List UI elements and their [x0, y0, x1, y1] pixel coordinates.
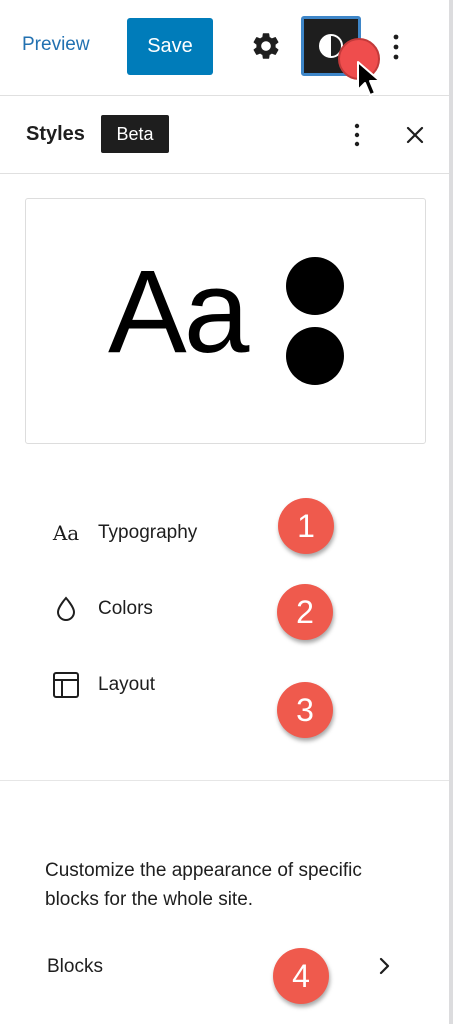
mouse-pointer-icon — [357, 61, 381, 96]
menu-item-label: Typography — [98, 522, 198, 543]
layout-icon — [48, 670, 84, 700]
menu-item-layout[interactable]: Layout — [48, 662, 408, 706]
annotation-badge-3: 3 — [277, 682, 333, 738]
blocks-description: Customize the appearance of specific blo… — [45, 860, 362, 910]
annotation-badge-4: 4 — [273, 948, 329, 1004]
close-icon[interactable] — [402, 122, 428, 148]
color-swatch-secondary — [286, 327, 344, 385]
style-preview-card[interactable]: Aa — [25, 198, 426, 444]
gear-icon[interactable] — [250, 30, 282, 62]
color-swatch-primary — [286, 257, 344, 315]
save-button[interactable]: Save — [127, 18, 213, 75]
panel-edge — [449, 0, 453, 1024]
styles-panel-header: Styles Beta — [0, 96, 449, 174]
annotation-badge-2: 2 — [277, 584, 333, 640]
typography-icon: Aa — [52, 521, 80, 545]
chevron-right-icon — [379, 957, 390, 975]
section-divider — [0, 780, 449, 781]
more-options-icon[interactable] — [384, 30, 408, 64]
annotation-badge-1: 1 — [278, 498, 334, 554]
droplet-icon — [48, 594, 84, 624]
blocks-label: Blocks — [47, 956, 103, 977]
editor-toolbar: Preview Save — [0, 0, 449, 96]
panel-title: Styles — [26, 123, 85, 145]
menu-item-colors[interactable]: Colors — [48, 586, 408, 630]
typography-preview: Aa — [108, 246, 249, 378]
blocks-nav-item[interactable]: Blocks — [47, 948, 407, 988]
menu-item-typography[interactable]: Aa Typography — [48, 510, 408, 554]
beta-badge: Beta — [101, 115, 169, 153]
preview-button[interactable]: Preview — [22, 34, 90, 56]
panel-more-options-icon[interactable] — [346, 120, 368, 150]
menu-item-label: Layout — [98, 674, 156, 695]
menu-item-label: Colors — [98, 598, 153, 619]
